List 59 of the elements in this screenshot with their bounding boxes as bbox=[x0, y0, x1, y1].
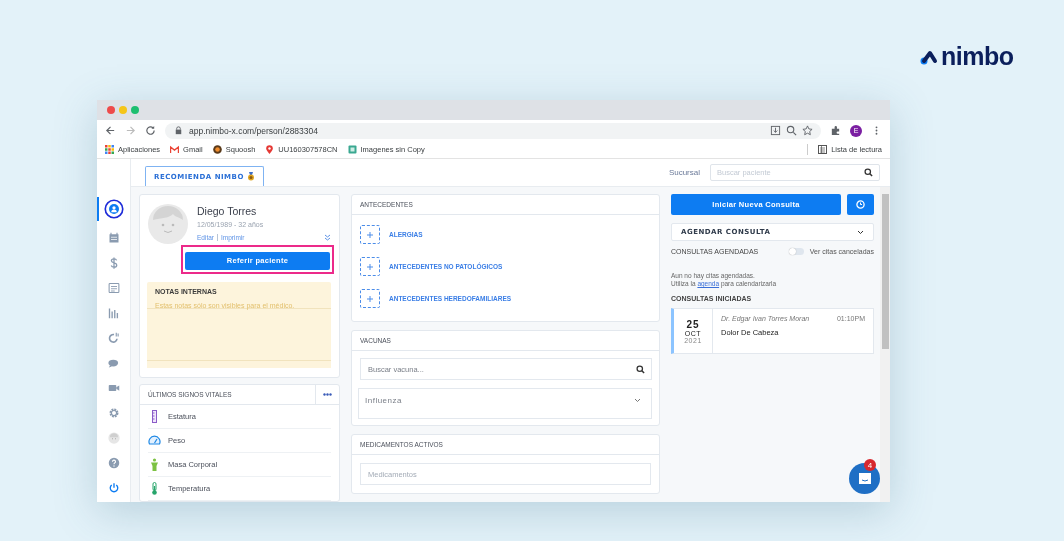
ellipsis-icon bbox=[323, 392, 332, 396]
brand-name: nimbo bbox=[941, 44, 1014, 69]
gauge-icon bbox=[148, 433, 161, 447]
mail-icon bbox=[170, 145, 180, 154]
toggle-switch[interactable] bbox=[788, 248, 804, 255]
avatar-icon bbox=[107, 432, 120, 444]
add-button[interactable] bbox=[360, 289, 380, 308]
forward-arrow-icon[interactable] bbox=[125, 125, 136, 136]
add-button[interactable] bbox=[360, 225, 380, 244]
search-icon bbox=[636, 364, 645, 374]
patient-name: Diego Torres bbox=[197, 205, 258, 217]
list-icon bbox=[818, 145, 828, 154]
plus-icon bbox=[367, 231, 373, 238]
address-bar[interactable]: app.nimbo-x.com/person/2883304 bbox=[165, 122, 821, 139]
scrollbar[interactable] bbox=[880, 187, 890, 502]
reload-icon[interactable] bbox=[145, 125, 156, 136]
chat-bubble-icon bbox=[857, 472, 872, 485]
date-day: 25 bbox=[686, 318, 700, 330]
lock-icon bbox=[173, 125, 184, 136]
branch-label: Sucursal bbox=[668, 168, 700, 177]
clock-icon bbox=[856, 200, 865, 209]
medal-icon bbox=[246, 172, 255, 181]
logo-icon bbox=[920, 48, 938, 65]
window-control-dot[interactable] bbox=[131, 106, 139, 114]
grid-icon bbox=[105, 145, 114, 154]
window-control-dot[interactable] bbox=[107, 106, 115, 114]
calendar-icon bbox=[107, 232, 120, 244]
bar-chart-icon bbox=[107, 307, 120, 319]
settings-icon bbox=[107, 407, 120, 419]
caret-icon bbox=[857, 229, 864, 235]
chat-icon bbox=[107, 357, 120, 369]
help-icon bbox=[107, 457, 120, 469]
vaccine-dropdown[interactable]: Influenza bbox=[358, 388, 652, 419]
square-logo-icon bbox=[347, 145, 357, 154]
url-text: app.nimbo-x.com/person/2883304 bbox=[189, 125, 319, 136]
avatar-icon bbox=[147, 203, 189, 245]
window-control-dot[interactable] bbox=[119, 106, 127, 114]
plus-icon bbox=[367, 295, 373, 302]
back-arrow-icon[interactable] bbox=[105, 125, 116, 136]
double-chevron-icon[interactable] bbox=[324, 234, 331, 241]
list-icon bbox=[107, 282, 120, 294]
patient-icon bbox=[103, 199, 124, 219]
add-button[interactable] bbox=[360, 257, 380, 276]
download-icon[interactable] bbox=[770, 125, 781, 136]
puzzle-icon[interactable] bbox=[830, 125, 841, 136]
star-icon[interactable] bbox=[802, 125, 813, 136]
video-camera-icon bbox=[107, 382, 120, 394]
notification-badge: 4 bbox=[864, 459, 876, 471]
caret-icon bbox=[634, 398, 641, 403]
zoom-icon[interactable] bbox=[786, 125, 797, 136]
chat-button[interactable] bbox=[849, 463, 880, 494]
power-icon bbox=[107, 482, 120, 494]
round-logo-icon bbox=[212, 145, 222, 154]
body-icon bbox=[148, 457, 161, 471]
history-button[interactable] bbox=[847, 194, 874, 215]
refresh-icon bbox=[107, 332, 120, 344]
search-icon bbox=[864, 168, 873, 177]
pin-icon bbox=[265, 145, 275, 154]
plus-icon bbox=[367, 263, 373, 270]
